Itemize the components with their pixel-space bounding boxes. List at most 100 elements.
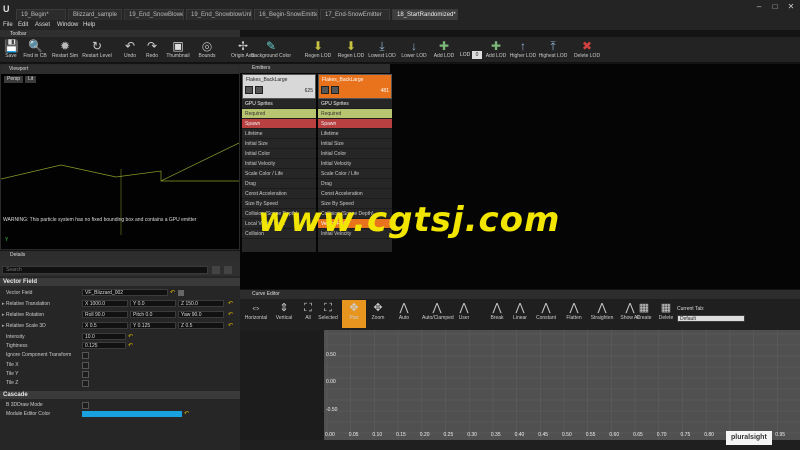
regen-lod-button[interactable]: ⬇ Regen LOD [305, 37, 331, 63]
perspective-button[interactable]: Persp [4, 76, 24, 83]
module-row[interactable]: Lifetime [242, 129, 316, 139]
emitters-tab[interactable]: Emitters [240, 64, 390, 73]
reset-icon[interactable]: ↶ [228, 311, 233, 318]
lowest-lod-button[interactable]: ⤓ Lowest LOD [368, 37, 396, 63]
menu-window[interactable]: Window [57, 20, 78, 30]
reset-icon[interactable]: ↶ [170, 289, 175, 296]
reset-icon[interactable]: ↶ [228, 322, 233, 329]
xyz-field-z[interactable]: Yaw 90.0 [178, 311, 224, 318]
curve-linear-button[interactable]: ⋀ Linear [508, 300, 532, 328]
curve-track-list[interactable] [240, 330, 324, 440]
curve-selected-button[interactable]: ⛶ Selected [316, 300, 340, 328]
xyz-field-y[interactable]: Pitch 0.0 [130, 311, 176, 318]
ignore-transform-checkbox[interactable] [82, 352, 89, 359]
close-icon[interactable]: ✕ [784, 2, 798, 13]
module-row[interactable]: Const Acceleration [318, 189, 392, 199]
tile-x-checkbox[interactable] [82, 362, 89, 369]
details-tab[interactable]: Details [0, 251, 240, 260]
emitter-header[interactable]: Flakes_BackLarge 481 [318, 74, 392, 99]
reset-icon[interactable]: ↶ [228, 300, 233, 307]
curve-auto-button[interactable]: ⋀ Auto [392, 300, 416, 328]
redo-button[interactable]: ↷ Redo [141, 37, 163, 63]
viewport-panel[interactable]: Viewport Persp Lit WARNING: This particl… [0, 64, 240, 250]
reset-icon[interactable]: ↶ [184, 410, 189, 417]
reset-icon[interactable]: ↶ [128, 333, 133, 340]
viewport-tab[interactable]: Viewport [1, 65, 239, 74]
module-row[interactable]: Required [242, 109, 316, 119]
xyz-field-x[interactable]: X 0.5 [82, 322, 128, 329]
curve-delete-button[interactable]: ▦ Delete [654, 300, 678, 328]
module-row[interactable]: Scale Color / Life [318, 169, 392, 179]
emitter-solo-icon[interactable] [255, 86, 263, 94]
curve-straighten-button[interactable]: ⋀ Straighten [590, 300, 614, 328]
tightness-field[interactable]: 0.125 [82, 342, 126, 349]
view-options-icon[interactable] [212, 266, 220, 274]
restart-level-button[interactable]: ↻ Restart Level [82, 37, 111, 63]
module-row[interactable]: Scale Color / Life [242, 169, 316, 179]
bounds-button[interactable]: ◎ Bounds [196, 37, 218, 63]
module-row[interactable]: Spawn [318, 119, 392, 129]
emitter-header[interactable]: Flakes_BackLarge 625 [242, 74, 316, 99]
module-row[interactable]: Initial Velocity [242, 159, 316, 169]
lower-lod-button[interactable]: ↓ Lower LOD [401, 37, 426, 63]
xyz-field-z[interactable]: Z 0.5 [178, 322, 224, 329]
module-row[interactable]: Spawn [242, 119, 316, 129]
module-color-swatch[interactable] [82, 411, 182, 417]
maximize-icon[interactable]: □ [768, 2, 782, 13]
menu-help[interactable]: Help [83, 20, 95, 30]
background-color-button[interactable]: ✎ Background Color [251, 37, 291, 63]
emitter-solo-icon[interactable] [331, 86, 339, 94]
curve-break-button[interactable]: ⋀ Break [485, 300, 509, 328]
reset-icon[interactable]: ↶ [128, 342, 133, 349]
menu-edit[interactable]: Edit [18, 20, 28, 30]
emitter-enable-icon[interactable] [245, 86, 253, 94]
current-tab-dropdown[interactable]: Default [677, 315, 745, 322]
module-row[interactable]: Const Acceleration [242, 189, 316, 199]
xyz-field-y[interactable]: Y 0.0 [130, 300, 176, 307]
section-vector-field[interactable]: Vector Field [0, 278, 240, 286]
xyz-field-x[interactable]: X 1000.0 [82, 300, 128, 307]
thumbnail-button[interactable]: ▣ Thumbnail [166, 37, 189, 63]
lock-icon[interactable] [224, 266, 232, 274]
highest-lod-button[interactable]: ⤒ Highest LOD [539, 37, 568, 63]
tile-z-checkbox[interactable] [82, 380, 89, 387]
curve-zoom-button[interactable]: ✥ Zoom [366, 300, 390, 328]
menu-asset[interactable]: Asset [35, 20, 50, 30]
restart-sim-button[interactable]: ✹ Restart Sim [52, 37, 78, 63]
browse-icon[interactable] [178, 290, 184, 296]
editor-tab[interactable]: 19_End_SnowblowUnLit [186, 9, 252, 20]
module-row[interactable]: Lifetime [318, 129, 392, 139]
menu-file[interactable]: File [3, 20, 13, 30]
vector-field-value[interactable]: VF_Blizzard_002 [82, 289, 168, 296]
lit-button[interactable]: Lit [25, 76, 37, 83]
draw-mode-checkbox[interactable] [82, 402, 89, 409]
curve-create-button[interactable]: ▦ Create [632, 300, 656, 328]
minimize-icon[interactable]: – [752, 2, 766, 13]
add-lod-button[interactable]: ✚ Add LOD [485, 37, 507, 63]
editor-tab[interactable]: 17_End-SnowEmitter [320, 9, 390, 20]
module-row[interactable]: Initial Color [242, 149, 316, 159]
xyz-field-z[interactable]: Z 150.0 [178, 300, 224, 307]
curve-editor-tab[interactable]: Curve Editor [240, 290, 800, 299]
curve-vertical-button[interactable]: ⇕ Vertical [272, 300, 296, 328]
module-row[interactable]: Initial Color [318, 149, 392, 159]
find-button[interactable]: 🔍 Find in CB [23, 37, 46, 63]
editor-tab[interactable]: Blizzard_sample [68, 9, 122, 20]
higher-lod-button[interactable]: ↑ Higher LOD [510, 37, 536, 63]
tile-y-checkbox[interactable] [82, 371, 89, 378]
curve-constant-button[interactable]: ⋀ Constant [534, 300, 558, 328]
add-lod-button[interactable]: ✚ Add LOD [433, 37, 455, 63]
module-row[interactable]: Required [318, 109, 392, 119]
module-row[interactable]: Initial Velocity [318, 159, 392, 169]
delete-lod-button[interactable]: ✖ Delete LOD [574, 37, 600, 63]
xyz-field-y[interactable]: Y 0.125 [130, 322, 176, 329]
module-row[interactable]: Drag [318, 179, 392, 189]
curve-graph[interactable] [324, 330, 800, 440]
curve-auto-clamped-button[interactable]: ⋀ Auto/Clamped [422, 300, 454, 328]
module-row[interactable]: Initial Size [242, 139, 316, 149]
editor-tab[interactable]: 18_StartRandomized* [392, 9, 458, 20]
emitter-enable-icon[interactable] [321, 86, 329, 94]
editor-tab[interactable]: 16_Begin-SnowEmitter [254, 9, 318, 20]
curve-horizontal-button[interactable]: ⇔ Horizontal [244, 300, 268, 328]
xyz-field-x[interactable]: Roll 90.0 [82, 311, 128, 318]
